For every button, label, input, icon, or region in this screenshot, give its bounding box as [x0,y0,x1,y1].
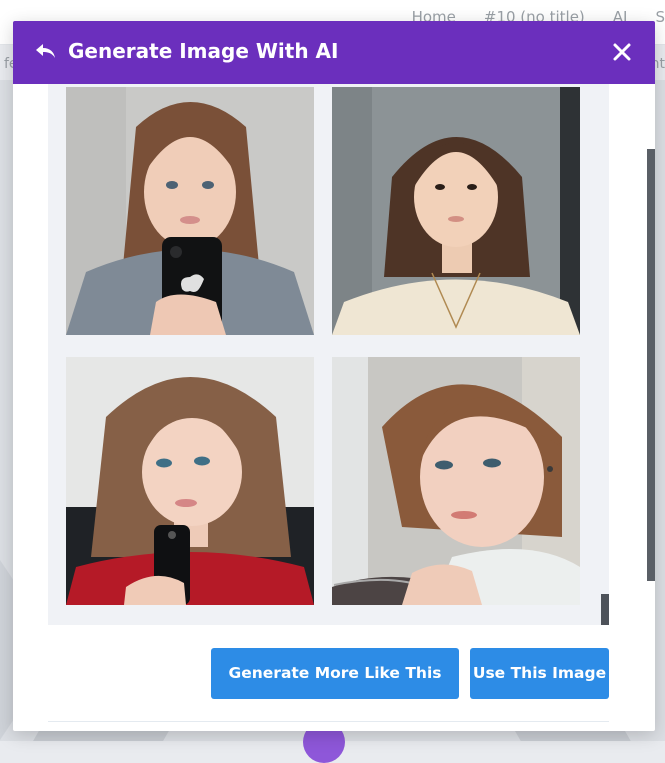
modal-header: Generate Image With AI [13,21,655,84]
undo-arrow-icon[interactable] [33,39,59,65]
generated-image-2[interactable] [332,87,580,335]
generated-image-3[interactable] [66,357,314,605]
divider [48,721,609,722]
gallery-scrollbar-thumb[interactable] [601,594,609,625]
use-image-button[interactable]: Use This Image [470,648,609,699]
image-gallery [48,84,609,625]
generate-image-modal: Generate Image With AI Generate More Lik… [13,21,655,731]
generate-more-button[interactable]: Generate More Like This One [211,648,459,731]
generated-image-4[interactable] [332,357,580,605]
generated-image-1[interactable] [66,87,314,335]
modal-scrollbar[interactable] [647,149,655,581]
modal-title: Generate Image With AI [68,39,339,63]
close-x-icon[interactable] [611,41,633,63]
bg-nav-s: S [655,8,665,26]
